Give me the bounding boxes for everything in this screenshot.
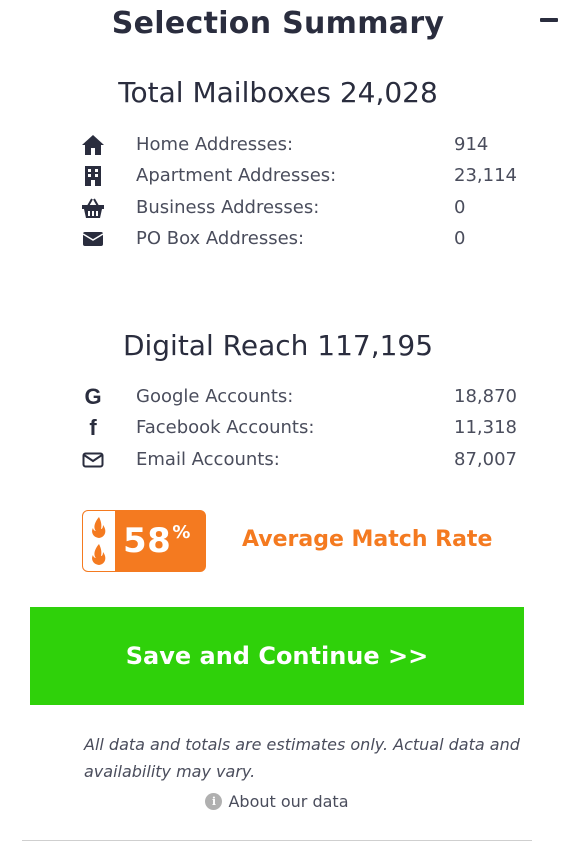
po-box-addresses-row: PO Box Addresses: 0 bbox=[80, 225, 540, 253]
facebook-accounts-value: 11,318 bbox=[454, 417, 517, 438]
apartment-addresses-row: Apartment Addresses: 23,114 bbox=[80, 162, 540, 190]
digital-reach-heading: Digital Reach 117,195 bbox=[122, 329, 434, 362]
divider bbox=[22, 840, 532, 841]
email-accounts-row: Email Accounts: 87,007 bbox=[80, 446, 540, 474]
home-icon bbox=[80, 133, 106, 157]
google-icon: G bbox=[84, 384, 102, 409]
building-icon bbox=[80, 164, 106, 188]
flame-icon bbox=[83, 511, 116, 571]
envelope-outline-icon bbox=[80, 448, 106, 472]
minus-icon[interactable] bbox=[540, 18, 558, 22]
facebook-accounts-label: Facebook Accounts: bbox=[136, 417, 315, 438]
basket-icon bbox=[80, 196, 106, 220]
google-accounts-value: 18,870 bbox=[454, 386, 517, 407]
email-accounts-value: 87,007 bbox=[454, 449, 517, 470]
envelope-icon bbox=[80, 227, 106, 251]
business-addresses-label: Business Addresses: bbox=[136, 197, 320, 218]
home-addresses-value: 914 bbox=[454, 134, 489, 155]
total-mailboxes-heading: Total Mailboxes 24,028 bbox=[118, 76, 438, 109]
po-box-addresses-label: PO Box Addresses: bbox=[136, 228, 305, 249]
email-accounts-label: Email Accounts: bbox=[136, 449, 280, 470]
disclaimer-text: All data and totals are estimates only. … bbox=[84, 735, 520, 781]
home-addresses-label: Home Addresses: bbox=[136, 134, 294, 155]
percent-sign: % bbox=[172, 522, 191, 543]
business-addresses-row: Business Addresses: 0 bbox=[80, 194, 540, 222]
page-title: Selection Summary bbox=[111, 6, 445, 41]
business-addresses-value: 0 bbox=[454, 197, 466, 218]
match-rate-percent: 58% bbox=[123, 521, 191, 561]
home-addresses-row: Home Addresses: 914 bbox=[80, 131, 540, 159]
po-box-addresses-value: 0 bbox=[454, 228, 466, 249]
about-our-data-link[interactable]: i About our data bbox=[0, 792, 554, 811]
facebook-icon: f bbox=[89, 415, 97, 440]
about-our-data-label: About our data bbox=[228, 792, 349, 811]
apartment-addresses-label: Apartment Addresses: bbox=[136, 165, 337, 186]
info-icon: i bbox=[205, 793, 223, 810]
apartment-addresses-value: 23,114 bbox=[454, 165, 517, 186]
match-rate-badge: 58% bbox=[82, 510, 206, 572]
save-and-continue-button[interactable]: Save and Continue >> bbox=[30, 607, 524, 705]
match-rate-label: Average Match Rate bbox=[242, 527, 493, 552]
facebook-accounts-row: f Facebook Accounts: 11,318 bbox=[80, 414, 540, 442]
google-accounts-row: G Google Accounts: 18,870 bbox=[80, 383, 540, 411]
google-accounts-label: Google Accounts: bbox=[136, 386, 294, 407]
